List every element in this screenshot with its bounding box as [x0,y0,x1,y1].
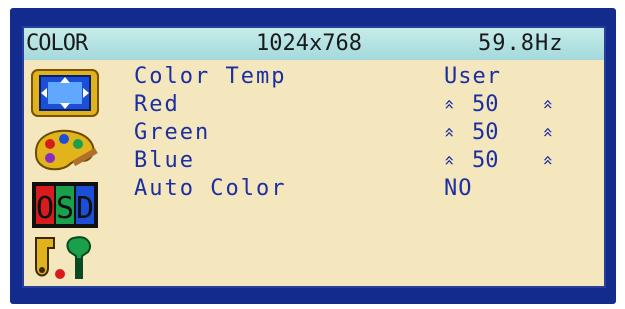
menu-item-label: Green [134,120,211,145]
color-palette-icon[interactable] [30,124,100,174]
resolution-readout: 1024x768 [256,31,362,56]
osd-settings-icon[interactable]: O S D [30,180,100,230]
decrease-red-icon[interactable]: « [439,99,460,110]
menu-name: COLOR [26,31,88,56]
blue-value: 50 [472,148,499,173]
auto-color-value[interactable]: NO [444,176,473,201]
svg-text:D: D [76,191,94,226]
red-value: 50 [472,92,499,117]
svg-text:O: O [36,191,54,226]
menu-item-label: Color Temp [134,64,287,89]
menu-item-label: Auto Color [134,176,287,201]
osd-menu-panel: COLOR 1024x768 59.8Hz O S D Color Temp U… [22,26,606,288]
osd-category-icons: O S D [26,62,104,284]
tools-icon[interactable] [30,234,100,284]
increase-green-icon[interactable]: » [537,127,558,138]
frequency-readout: 59.8Hz [478,31,564,56]
menu-item-label: Red [134,92,180,117]
svg-text:S: S [56,191,74,226]
color-temp-value[interactable]: User [444,64,501,89]
display-position-icon[interactable] [30,68,100,118]
decrease-blue-icon[interactable]: « [439,155,460,166]
increase-red-icon[interactable]: » [537,99,558,110]
decrease-green-icon[interactable]: « [439,127,460,138]
menu-item-label: Blue [134,148,195,173]
osd-title-bar: COLOR 1024x768 59.8Hz [24,28,604,60]
green-value: 50 [472,120,499,145]
increase-blue-icon[interactable]: » [537,155,558,166]
